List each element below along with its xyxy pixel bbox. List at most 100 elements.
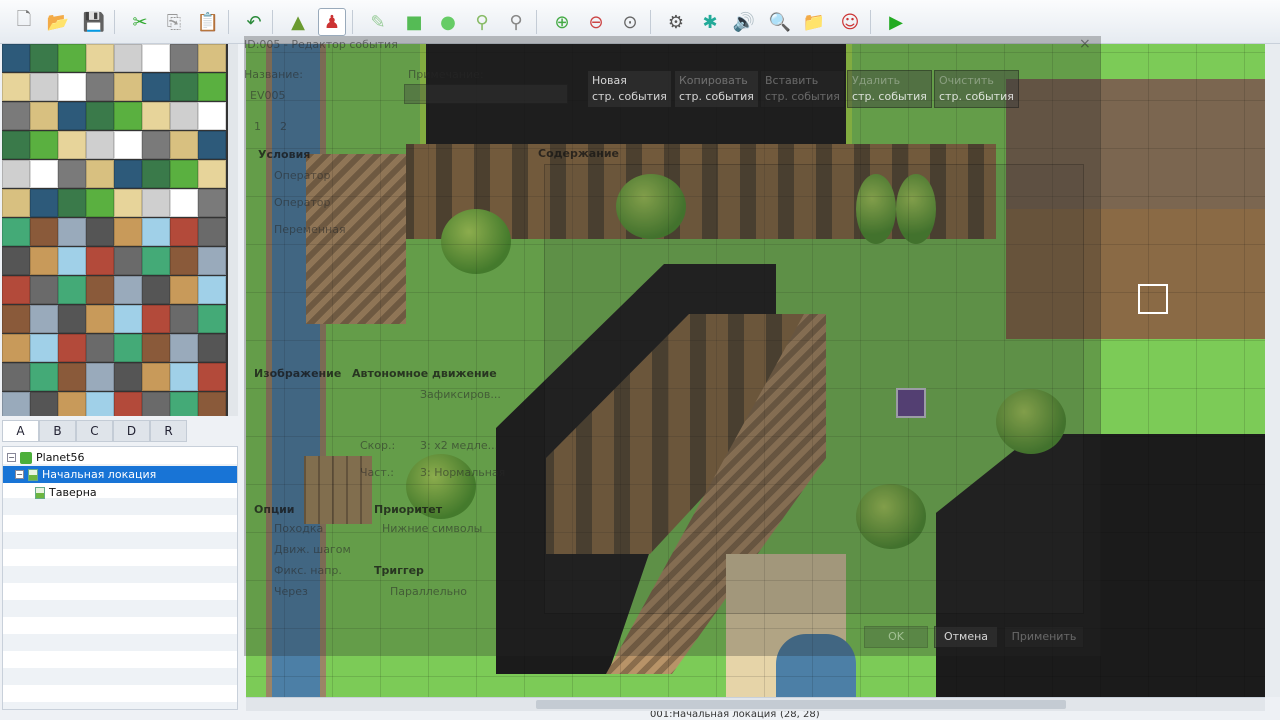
new-icon[interactable]: 🗋 <box>10 8 38 36</box>
tile[interactable] <box>30 73 58 101</box>
tile[interactable] <box>30 189 58 217</box>
sound-test-icon[interactable]: 🔊 <box>730 8 758 36</box>
shadow-pen-icon[interactable]: ⚲ <box>502 8 530 36</box>
tile[interactable] <box>170 44 198 72</box>
tile[interactable] <box>2 276 30 304</box>
tile[interactable] <box>142 247 170 275</box>
option-direction-fix[interactable]: Фикс. напр. <box>274 564 342 577</box>
tile[interactable] <box>114 276 142 304</box>
option-walking[interactable]: Походка <box>274 522 323 535</box>
tile[interactable] <box>170 189 198 217</box>
tile[interactable] <box>198 44 226 72</box>
collapse-icon[interactable]: − <box>7 453 16 462</box>
tile[interactable] <box>114 44 142 72</box>
tile[interactable] <box>198 189 226 217</box>
tile[interactable] <box>30 160 58 188</box>
tree-map-start[interactable]: − Начальная локация <box>3 466 237 483</box>
tile[interactable] <box>58 44 86 72</box>
zoom-actual-icon[interactable]: ⊙ <box>616 8 644 36</box>
tile[interactable] <box>86 160 114 188</box>
tile[interactable] <box>58 189 86 217</box>
new-page-button[interactable]: Новая стр. события <box>587 70 672 108</box>
map-vertical-scrollbar[interactable] <box>1265 44 1280 697</box>
tile[interactable] <box>198 305 226 333</box>
tile[interactable] <box>86 131 114 159</box>
open-icon[interactable]: 📂 <box>44 8 72 36</box>
tile[interactable] <box>198 131 226 159</box>
tile[interactable] <box>142 392 170 416</box>
tile[interactable] <box>114 305 142 333</box>
zoom-out-icon[interactable]: ⊖ <box>582 8 610 36</box>
tile[interactable] <box>58 392 86 416</box>
page-tab-2[interactable]: 2 <box>280 120 287 133</box>
tile[interactable] <box>114 363 142 391</box>
fill-icon[interactable]: ⚲ <box>468 8 496 36</box>
tile[interactable] <box>86 392 114 416</box>
tile[interactable] <box>198 73 226 101</box>
tile[interactable] <box>114 392 142 416</box>
name-field[interactable]: EV005 <box>250 89 285 102</box>
tile[interactable] <box>142 276 170 304</box>
tile[interactable] <box>86 305 114 333</box>
copy-page-button[interactable]: Копировать стр. события <box>674 70 759 108</box>
tile[interactable] <box>142 160 170 188</box>
tile[interactable] <box>30 334 58 362</box>
character-generator-icon[interactable]: ☺ <box>836 8 864 36</box>
tile[interactable] <box>86 218 114 246</box>
tile[interactable] <box>2 131 30 159</box>
apply-button[interactable]: Применить <box>1004 626 1084 648</box>
close-button[interactable]: × <box>1079 36 1091 52</box>
tileset-tab-A[interactable]: A <box>2 420 39 442</box>
tile[interactable] <box>114 218 142 246</box>
tile[interactable] <box>170 102 198 130</box>
tile[interactable] <box>58 276 86 304</box>
plugin-icon[interactable]: ✱ <box>696 8 724 36</box>
condition-switch-2[interactable]: Оператор <box>274 196 330 209</box>
tile[interactable] <box>114 131 142 159</box>
option-through[interactable]: Через <box>274 585 308 598</box>
tile[interactable] <box>30 218 58 246</box>
tileset-tab-B[interactable]: B <box>39 420 76 442</box>
tile[interactable] <box>2 305 30 333</box>
delete-page-button[interactable]: Удалить стр. события <box>847 70 932 108</box>
tile[interactable] <box>170 131 198 159</box>
rectangle-icon[interactable]: ■ <box>400 8 428 36</box>
tile[interactable] <box>114 189 142 217</box>
tile[interactable] <box>86 44 114 72</box>
tile[interactable] <box>2 189 30 217</box>
tile[interactable] <box>30 305 58 333</box>
tile[interactable] <box>198 276 226 304</box>
tile[interactable] <box>58 305 86 333</box>
tile[interactable] <box>142 131 170 159</box>
tile[interactable] <box>170 218 198 246</box>
condition-variable[interactable]: Переменная <box>274 223 346 236</box>
tile[interactable] <box>198 247 226 275</box>
tile[interactable] <box>86 276 114 304</box>
tile[interactable] <box>114 334 142 362</box>
tile[interactable] <box>142 44 170 72</box>
ellipse-icon[interactable]: ● <box>434 8 462 36</box>
tile[interactable] <box>142 363 170 391</box>
tile[interactable] <box>170 276 198 304</box>
tile[interactable] <box>170 392 198 416</box>
tileset-scrollbar[interactable] <box>228 44 238 416</box>
tile[interactable] <box>58 160 86 188</box>
copy-icon[interactable]: ⎘ <box>160 8 188 36</box>
tile[interactable] <box>198 102 226 130</box>
tile[interactable] <box>2 160 30 188</box>
map-horizontal-scrollbar[interactable] <box>246 697 1265 711</box>
paste-page-button[interactable]: Вставить стр. события <box>760 70 845 108</box>
tile[interactable] <box>30 247 58 275</box>
priority-select[interactable]: Нижние символы <box>382 522 482 535</box>
tile[interactable] <box>142 334 170 362</box>
resource-manager-icon[interactable]: 📁 <box>800 8 828 36</box>
tile[interactable] <box>58 363 86 391</box>
tile[interactable] <box>2 44 30 72</box>
tile[interactable] <box>30 363 58 391</box>
option-stepping[interactable]: Движ. шагом <box>274 543 351 556</box>
tileset-tab-D[interactable]: D <box>113 420 150 442</box>
tile[interactable] <box>30 392 58 416</box>
tile[interactable] <box>142 102 170 130</box>
condition-switch-1[interactable]: Оператор <box>274 169 330 182</box>
tile[interactable] <box>2 247 30 275</box>
